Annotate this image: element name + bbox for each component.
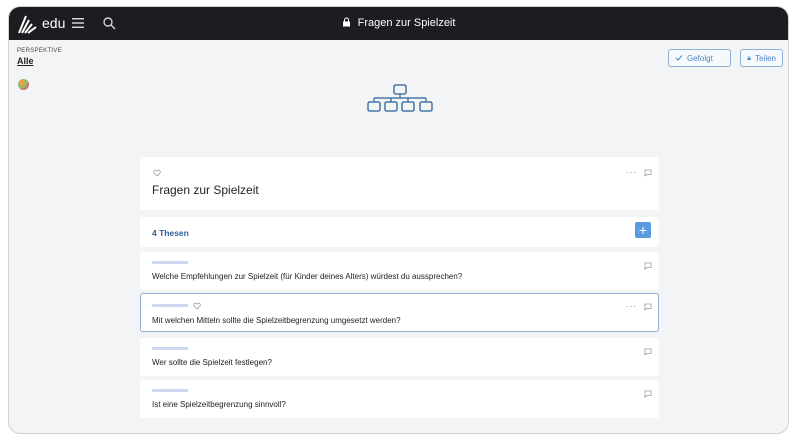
thesis-item[interactable]: Welche Empfehlungen zur Spielzeit (für K… (140, 252, 659, 290)
share-button[interactable]: Teilen (740, 49, 783, 67)
page-title: Fragen zur Spielzeit (9, 17, 788, 29)
theses-header: 4 Thesen + (140, 217, 659, 247)
thesis-item-selected[interactable]: ··· Mit welchen Mitteln sollte die Spiel… (140, 293, 659, 332)
thesis-item[interactable]: Wer sollte die Spielzeit festlegen? (140, 338, 659, 376)
followed-button[interactable]: Gefolgt (668, 49, 731, 67)
author-placeholder (152, 261, 188, 264)
comment-icon[interactable] (644, 169, 652, 177)
comment-icon[interactable] (644, 303, 652, 311)
more-icon[interactable]: ··· (626, 301, 637, 311)
perspective-label: PERSPEKTIVE (17, 48, 62, 54)
share-button-label: Teilen (755, 53, 776, 63)
thesis-text: Mit welchen Mitteln sollte die Spielzeit… (152, 316, 401, 325)
check-icon (675, 55, 683, 61)
page-title-text: Fragen zur Spielzeit (357, 17, 456, 29)
author-placeholder (152, 389, 188, 392)
followed-button-label: Gefolgt (687, 53, 713, 63)
discussion-card: ··· Fragen zur Spielzeit (140, 157, 659, 210)
avatar[interactable] (18, 79, 29, 90)
lock-icon (342, 17, 350, 27)
comment-icon[interactable] (644, 262, 652, 270)
perspective-value[interactable]: Alle (17, 56, 34, 66)
author-placeholder (152, 304, 188, 307)
heart-icon[interactable] (153, 169, 161, 177)
app-window: edu Fragen zur Spielzeit PERSPEKTIVE All… (8, 6, 789, 434)
thesis-text: Wer sollte die Spielzeit festlegen? (152, 358, 272, 367)
discussion-title: Fragen zur Spielzeit (152, 183, 259, 197)
thesis-text: Ist eine Spielzeitbegrenzung sinnvoll? (152, 400, 286, 409)
heart-icon[interactable] (193, 302, 201, 310)
more-icon[interactable]: ··· (626, 167, 637, 177)
thesis-item[interactable]: Ist eine Spielzeitbegrenzung sinnvoll? (140, 380, 659, 418)
add-thesis-button[interactable]: + (635, 222, 651, 238)
theses-count[interactable]: 4 Thesen (152, 228, 189, 238)
top-bar: edu Fragen zur Spielzeit (9, 7, 788, 40)
lock-icon (747, 56, 751, 61)
comment-icon[interactable] (644, 390, 652, 398)
tree-icon (367, 84, 433, 112)
author-placeholder (152, 347, 188, 350)
comment-icon[interactable] (644, 348, 652, 356)
thesis-text: Welche Empfehlungen zur Spielzeit (für K… (152, 272, 463, 281)
